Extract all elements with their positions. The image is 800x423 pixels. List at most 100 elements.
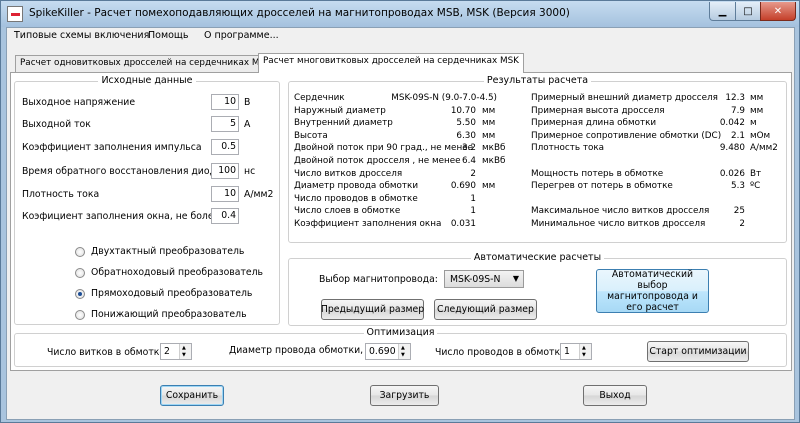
current-density-unit: А/мм2 — [244, 189, 274, 200]
result-label: Число проводов в обмотке — [294, 193, 418, 204]
radio-forward-label[interactable]: Прямоходовый преобразователь — [91, 288, 252, 299]
result-label: Примерное сопротивление обмотки (DC) — [531, 130, 722, 141]
recovery-time-input[interactable]: 100 — [211, 163, 239, 179]
radio-flyback-label[interactable]: Обратноходовый преобразователь — [91, 267, 263, 278]
menu-help[interactable]: Помощь — [148, 30, 188, 41]
radio-push-pull-label[interactable]: Двухтактный преобразователь — [91, 246, 244, 257]
core-select-value: MSK-09S-N — [450, 274, 501, 285]
result-label: Высота — [294, 130, 328, 141]
current-density-input[interactable]: 10 — [211, 186, 239, 202]
spin-up-icon: ▲ — [582, 345, 586, 351]
output-voltage-label: Выходное напряжение — [22, 97, 136, 108]
result-value: 0.026 — [719, 168, 745, 179]
recovery-time-label: Время обратного восстановления диода — [22, 166, 222, 177]
start-optimization-button[interactable]: Старт оптимизации — [647, 341, 749, 362]
result-value: MSK-09S-N (9.0-7.0-4.5) — [391, 93, 497, 103]
result-unit: м — [750, 118, 757, 129]
radio-buck[interactable] — [75, 310, 85, 320]
wires-count-stepper[interactable]: 1 ▲ ▼ — [560, 343, 592, 360]
spin-up-icon: ▲ — [401, 345, 405, 351]
close-button[interactable]: ✕ — [760, 2, 796, 21]
result-label: Число витков дросселя — [294, 168, 403, 179]
results-group: Результаты расчета Сердечник MSK-09S-N (9… — [288, 75, 787, 243]
duty-cycle-label: Коэффициент заполнения импульса — [22, 142, 202, 153]
result-value: 25 — [733, 206, 745, 217]
current-density-label: Плотность тока — [22, 189, 100, 200]
results-group-title: Результаты расчета — [289, 75, 786, 86]
result-value: 7.9 — [731, 105, 745, 116]
wires-count-label: Число проводов в обмотке — [435, 347, 566, 358]
menu-schemes[interactable]: Типовые схемы включения — [14, 30, 149, 41]
turns-value: 2 — [164, 346, 170, 357]
client-area: Типовые схемы включения Помощь О програм… — [6, 27, 795, 420]
result-label: Мощность потерь в обмотке — [531, 168, 664, 179]
result-unit: мОм — [750, 130, 771, 141]
core-select-label: Выбор магнитопровода: — [319, 274, 438, 285]
wires-count-value: 1 — [564, 346, 570, 357]
radio-push-pull[interactable] — [75, 247, 85, 257]
close-icon: ✕ — [773, 5, 783, 17]
result-unit: ºC — [750, 181, 761, 192]
output-voltage-input[interactable]: 10 — [211, 94, 239, 110]
result-value: 3.2 — [462, 143, 476, 154]
result-label: Примерный внешний диаметр дросселя — [531, 93, 718, 103]
tab-multi-turn[interactable]: Расчет многовитковых дросселей на сердеч… — [258, 53, 524, 73]
title-bar: SpikeKiller - Расчет помехоподавляющих д… — [1, 1, 799, 27]
result-unit: мм — [482, 105, 496, 116]
turns-stepper[interactable]: 2 ▲ ▼ — [160, 343, 192, 360]
output-current-label: Выходной ток — [22, 119, 91, 130]
output-current-input[interactable]: 5 — [211, 116, 239, 132]
wire-diameter-stepper[interactable]: 0.690 ▲ ▼ — [365, 343, 411, 360]
save-button[interactable]: Сохранить — [160, 385, 224, 406]
exit-button[interactable]: Выход — [583, 385, 647, 406]
chevron-down-icon: ▼ — [512, 274, 519, 283]
minimize-button[interactable]: ▁ — [709, 2, 736, 21]
menu-about[interactable]: О программе... — [204, 30, 279, 41]
result-value: 6.4 — [462, 156, 476, 166]
load-button[interactable]: Загрузить — [370, 385, 439, 406]
window-title: SpikeKiller - Расчет помехоподавляющих д… — [29, 7, 570, 19]
result-value: 12.3 — [725, 93, 745, 103]
result-value: 0.042 — [719, 118, 745, 129]
spin-down-icon: ▼ — [401, 352, 405, 358]
result-value: 5.50 — [456, 118, 476, 129]
result-value: 9.480 — [719, 143, 745, 154]
spin-up-icon: ▲ — [182, 345, 186, 351]
result-value: 2 — [739, 219, 745, 229]
previous-size-button[interactable]: Предыдущий размер — [321, 299, 424, 320]
optimization-group-title: Оптимизация — [15, 327, 786, 338]
radio-buck-label[interactable]: Понижающий преобразователь — [91, 309, 247, 320]
auto-select-core-button[interactable]: Автоматический выбор магнитопровода и ег… — [596, 269, 709, 313]
result-value: 10.70 — [450, 105, 476, 116]
maximize-button[interactable]: □ — [735, 2, 761, 21]
result-unit: мм — [750, 93, 764, 103]
window-fill-label: Коэфициент заполнения окна, не более — [22, 211, 220, 222]
result-label: Минимальное число витков дросселя — [531, 219, 706, 229]
tab-single-turn[interactable]: Расчет одновитковых дросселей на сердечн… — [15, 55, 277, 72]
radio-flyback[interactable] — [75, 268, 85, 278]
wires-count-spin-buttons[interactable]: ▲ ▼ — [579, 344, 591, 359]
tab-panel: Исходные данные Выходное напряжение 10 В… — [10, 72, 792, 371]
core-select-dropdown[interactable]: MSK-09S-N ▼ — [444, 270, 524, 288]
input-group-title: Исходные данные — [15, 75, 279, 86]
result-label: Максимальное число витков дросселя — [531, 206, 710, 217]
minimize-icon: ▁ — [718, 5, 727, 17]
radio-forward[interactable] — [75, 289, 85, 299]
result-unit: мм — [482, 181, 496, 192]
recovery-time-unit: нс — [244, 166, 256, 177]
result-value: 0.031 — [450, 219, 476, 229]
result-unit: мкВб — [482, 143, 506, 154]
auto-group: Автоматические расчеты Выбор магнитопров… — [288, 252, 787, 326]
next-size-button[interactable]: Следующий размер — [434, 299, 537, 320]
menu-bar: Типовые схемы включения Помощь О програм… — [7, 28, 794, 45]
result-unit: мм — [482, 130, 496, 141]
result-label: Внутренний диаметр — [294, 118, 393, 129]
duty-cycle-input[interactable]: 0.5 — [211, 139, 239, 155]
result-label: Наружный диаметр — [294, 105, 386, 116]
wire-diameter-spin-buttons[interactable]: ▲ ▼ — [398, 344, 410, 359]
result-value: 6.30 — [456, 130, 476, 141]
optimization-group: Оптимизация Число витков в обмотке 2 ▲ ▼ … — [14, 327, 787, 367]
app-window: SpikeKiller - Расчет помехоподавляющих д… — [0, 0, 800, 423]
window-fill-input[interactable]: 0.4 — [211, 208, 239, 224]
turns-spin-buttons[interactable]: ▲ ▼ — [179, 344, 191, 359]
